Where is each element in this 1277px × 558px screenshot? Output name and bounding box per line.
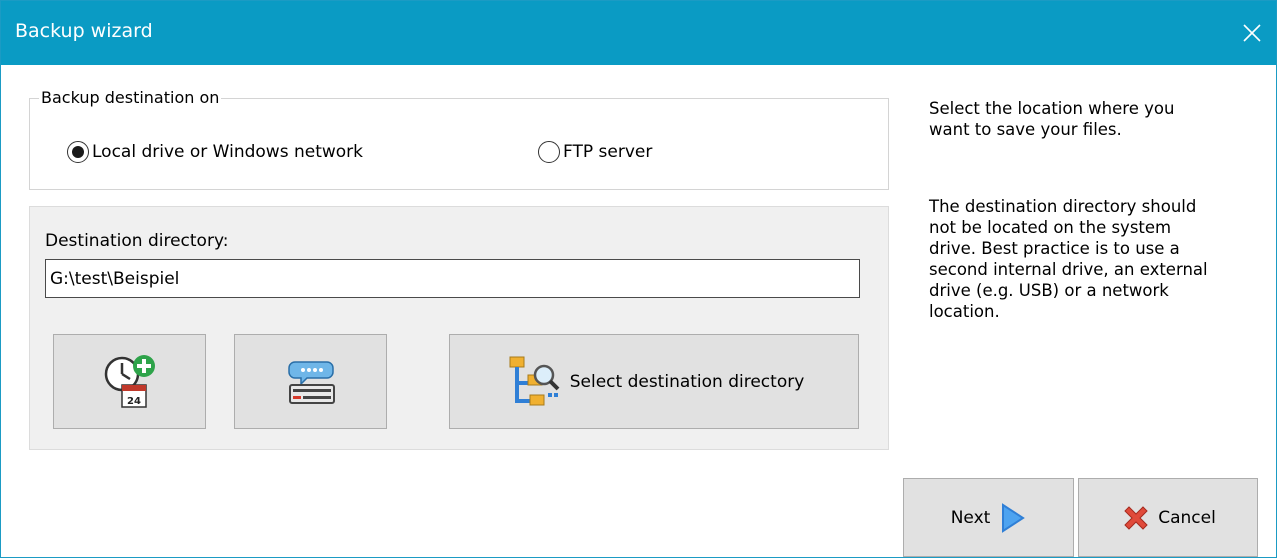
close-button[interactable] (1228, 1, 1276, 65)
select-destination-directory-label: Select destination directory (569, 371, 805, 392)
select-destination-directory-button[interactable]: Select destination directory (449, 334, 859, 429)
folder-tree-search-icon (509, 356, 560, 405)
play-triangle-icon (1002, 502, 1026, 533)
speech-bubble-form-icon (287, 360, 335, 404)
help-text-recommendation: The destination directory should not be … (929, 196, 1259, 322)
help-line: The destination directory should (929, 197, 1197, 216)
radio-local-drive[interactable]: Local drive or Windows network (67, 141, 363, 163)
help-line: Select the location where you (929, 99, 1175, 118)
notification-button[interactable] (234, 334, 387, 429)
cancel-button-label: Cancel (1158, 507, 1216, 528)
radio-ftp-server[interactable]: FTP server (538, 141, 652, 163)
title-bar[interactable]: Backup wizard (1, 1, 1276, 65)
help-text-intro: Select the location where you want to sa… (929, 98, 1259, 140)
backup-wizard-window: Backup wizard Backup destination on Loca… (0, 0, 1277, 558)
help-line: location. (929, 302, 1000, 321)
red-x-icon (1124, 505, 1148, 530)
radio-circle-checked[interactable] (67, 141, 89, 163)
next-button[interactable]: Next (903, 478, 1074, 557)
cancel-button[interactable]: Cancel (1078, 478, 1258, 557)
clock-calendar-add-icon: 24 (104, 354, 155, 408)
help-line: second internal drive, an external (929, 260, 1208, 279)
svg-text:24: 24 (127, 396, 141, 407)
destination-directory-label: Destination directory: (45, 231, 229, 251)
destination-type-legend: Backup destination on (39, 88, 222, 107)
next-button-label: Next (950, 507, 991, 528)
help-line: drive (e.g. USB) or a network (929, 281, 1169, 300)
destination-directory-input[interactable] (45, 259, 860, 298)
radio-local-drive-label: Local drive or Windows network (92, 142, 364, 162)
help-line: want to save your files. (929, 120, 1122, 139)
help-line: not be located on the system (929, 218, 1172, 237)
help-line: drive. Best practice is to use a (929, 239, 1180, 258)
radio-ftp-server-label: FTP server (563, 142, 653, 162)
schedule-button[interactable]: 24 (53, 334, 206, 429)
close-icon (1243, 24, 1261, 42)
window-title: Backup wizard (15, 20, 153, 42)
radio-circle-unchecked[interactable] (538, 141, 560, 163)
